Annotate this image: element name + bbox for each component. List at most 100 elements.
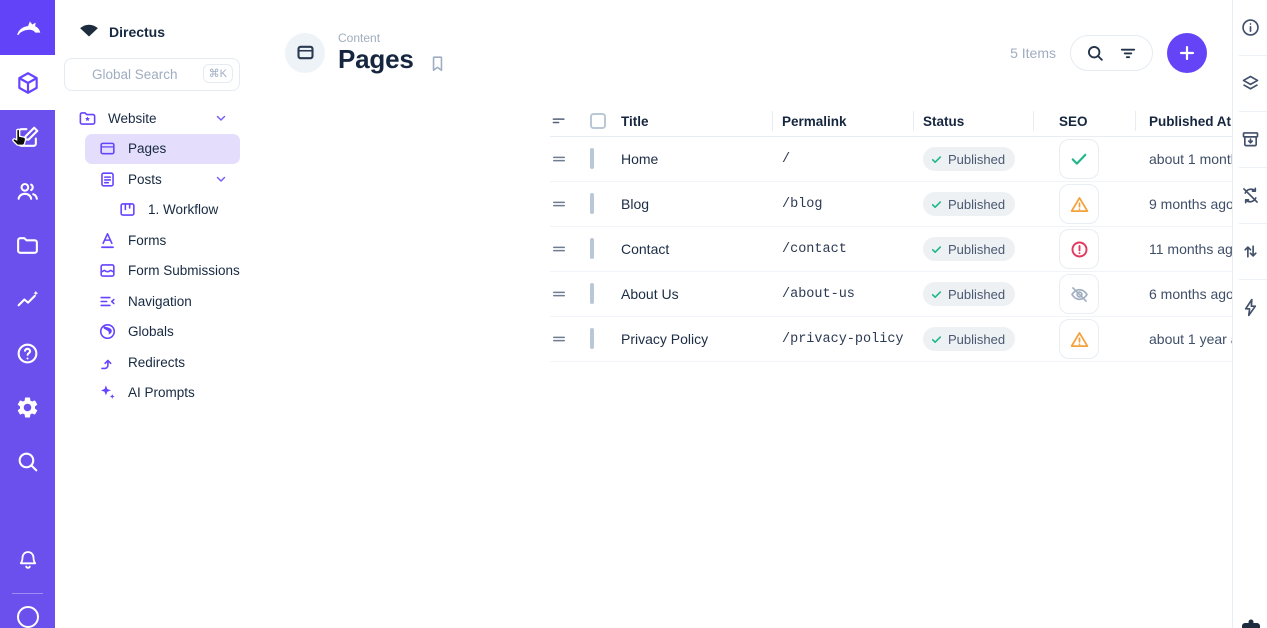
sidebar-item-workflow[interactable]: 1. Workflow [85, 195, 240, 226]
drag-handle-icon [550, 285, 568, 303]
sort-icon [550, 112, 568, 130]
sidebar-item-ai-prompts[interactable]: AI Prompts [85, 378, 240, 409]
sync-disabled-button[interactable] [1233, 168, 1267, 223]
module-insights[interactable] [0, 272, 55, 326]
module-search[interactable] [0, 434, 55, 488]
sidebar-item-label: Forms [128, 233, 166, 248]
bolt-icon [1240, 297, 1261, 318]
table-row[interactable]: About Us /about-us Published 6 months ag… [550, 272, 1267, 317]
sidebar-item-label: Posts [128, 172, 162, 187]
row-checkbox[interactable] [590, 328, 594, 349]
drag-handle[interactable] [550, 150, 590, 168]
cell-seo [1033, 274, 1135, 314]
drag-handle[interactable] [550, 285, 590, 303]
layers-icon [1240, 73, 1261, 94]
drag-handle-icon [550, 330, 568, 348]
drag-handle[interactable] [550, 240, 590, 258]
cell-status: Published [913, 147, 1033, 171]
module-editor[interactable] [0, 110, 55, 164]
sidebar-item-label: Redirects [128, 355, 185, 370]
drag-handle[interactable] [550, 330, 590, 348]
sidebar-item-navigation[interactable]: Navigation [85, 286, 240, 317]
module-content[interactable] [0, 55, 55, 110]
chevron-down-icon[interactable] [214, 111, 228, 125]
status-badge: Published [923, 192, 1015, 216]
column-header-title[interactable]: Title [621, 106, 772, 136]
brand-row: Directus [55, 0, 265, 44]
column-header-status[interactable]: Status [913, 106, 1033, 136]
sidebar-item-label: Navigation [128, 294, 192, 309]
inbox-icon [98, 261, 117, 280]
layout-options-button[interactable] [1233, 56, 1267, 111]
cell-seo [1033, 139, 1135, 179]
help-circle-icon [15, 341, 40, 366]
drag-handle-icon [550, 150, 568, 168]
folder-star-icon [78, 109, 97, 128]
sidebar-item-redirects[interactable]: Redirects [85, 347, 240, 378]
check-icon [930, 243, 943, 256]
notifications-button[interactable] [0, 533, 55, 587]
info-button[interactable] [1233, 0, 1267, 55]
module-settings[interactable] [0, 380, 55, 434]
filter-icon[interactable] [1118, 43, 1138, 63]
turn-up-arrow-icon [98, 353, 117, 372]
row-checkbox[interactable] [590, 148, 594, 169]
drag-handle[interactable] [550, 195, 590, 213]
row-checkbox[interactable] [590, 238, 594, 259]
search-filter-pill [1070, 35, 1153, 71]
import-export-button[interactable] [1233, 224, 1267, 279]
check-icon [930, 153, 943, 166]
archive-button[interactable] [1233, 112, 1267, 167]
row-select-cell [590, 195, 621, 213]
module-bar-divider [12, 593, 43, 594]
sidebar-item-pages[interactable]: Pages [85, 134, 240, 165]
table-row[interactable]: Contact /contact Published 11 months ago… [550, 227, 1267, 272]
bell-icon [16, 548, 40, 572]
directus-logo-tile[interactable] [0, 0, 55, 55]
page-title: Pages [338, 45, 414, 73]
sidebar-item-forms[interactable]: Forms [85, 225, 240, 256]
row-select-cell [590, 150, 621, 168]
search-icon[interactable] [1085, 43, 1105, 63]
row-checkbox[interactable] [590, 193, 594, 214]
chevron-down-icon[interactable] [214, 172, 228, 186]
document-icon [98, 170, 117, 189]
module-bar-spacer [0, 488, 55, 533]
table-row[interactable]: Privacy Policy /privacy-policy Published… [550, 317, 1267, 362]
sidebar-item-website[interactable]: Website [55, 103, 240, 134]
sidebar-item-globals[interactable]: Globals [85, 317, 240, 348]
shortcut-badge: ⌘K [203, 64, 233, 83]
cell-title: Home [621, 151, 772, 167]
module-files[interactable] [0, 218, 55, 272]
cell-title: Privacy Policy [621, 331, 772, 347]
row-select-cell [590, 240, 621, 258]
column-header-permalink[interactable]: Permalink [772, 106, 913, 136]
directus-shard-icon [78, 22, 100, 42]
table-row[interactable]: Home / Published about 1 month ago 5 Ite… [550, 137, 1267, 182]
cell-status: Published [913, 237, 1033, 261]
cell-permalink: /about-us [772, 287, 913, 302]
sidebar-item-form-submissions[interactable]: Form Submissions [85, 256, 240, 287]
add-item-button[interactable] [1167, 33, 1207, 73]
window-icon [295, 42, 316, 63]
page-header: Content Pages 5 Items [285, 30, 1207, 75]
table-row[interactable]: Blog /blog Published 9 months ago 2 Item… [550, 182, 1267, 227]
table-header-row: Title Permalink Status SEO Published At … [550, 106, 1267, 137]
flows-button[interactable] [1233, 280, 1267, 335]
select-all-checkbox[interactable] [590, 113, 606, 129]
module-users[interactable] [0, 164, 55, 218]
bookmark-icon[interactable] [428, 54, 447, 73]
sidebar-item-posts[interactable]: Posts [85, 164, 240, 195]
check-icon [930, 333, 943, 346]
menu-collapse-icon [98, 292, 117, 311]
user-avatar[interactable] [17, 606, 39, 628]
sort-button[interactable] [550, 106, 590, 136]
gear-icon [15, 395, 40, 420]
collection-icon-button[interactable] [285, 33, 325, 73]
sync-disabled-icon [1240, 185, 1261, 206]
module-help[interactable] [0, 326, 55, 380]
row-checkbox[interactable] [590, 283, 594, 304]
column-header-seo[interactable]: SEO [1033, 106, 1135, 136]
cell-title: About Us [621, 286, 772, 302]
status-badge: Published [923, 282, 1015, 306]
